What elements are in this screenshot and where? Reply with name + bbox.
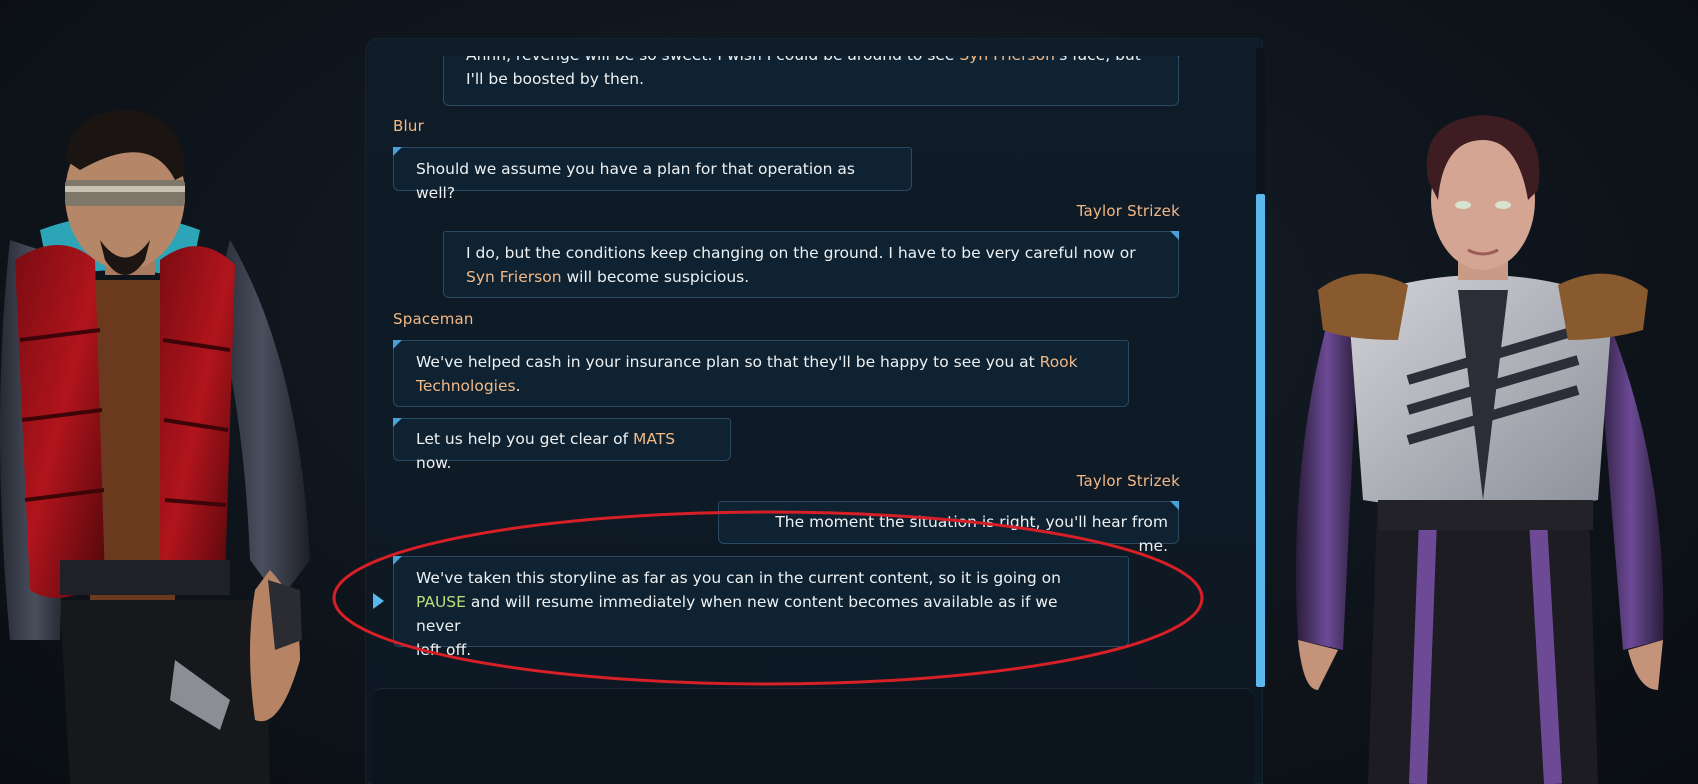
dialog-text: now. — [416, 454, 452, 472]
dialog-keyword-pause: PAUSE — [416, 593, 466, 611]
dialog-text: and will resume immediately when new con… — [416, 593, 1058, 635]
speaker-name: Taylor Strizek — [1076, 472, 1180, 490]
dialog-keyword: Syn Frierson — [466, 268, 562, 286]
dialog-text: We've helped cash in your insurance plan… — [416, 353, 1040, 371]
dialog-bubble-npc: Should we assume you have a plan for tha… — [393, 147, 912, 202]
dialog-bubble-player: I do, but the conditions keep changing o… — [443, 231, 1179, 298]
speaker-name: Blur — [393, 117, 424, 135]
dialog-bubble-npc: Let us help you get clear of MATS now. — [393, 418, 731, 472]
dialog-text: Let us help you get clear of — [416, 430, 633, 448]
play-triangle-icon — [373, 593, 384, 609]
dialog-text: We've taken this storyline as far as you… — [416, 569, 1061, 587]
response-area[interactable] — [372, 688, 1254, 784]
dialog-keyword: MATS — [632, 430, 676, 448]
dialog-keyword: Rook — [1039, 353, 1078, 371]
dialog-text: I do, but the conditions keep changing o… — [466, 244, 1136, 262]
dialog-bubble-npc: We've helped cash in your insurance plan… — [393, 340, 1129, 407]
dialog-text: will become suspicious. — [561, 268, 750, 286]
dialog-keyword: Technologies — [416, 377, 516, 395]
dialog-bubble-player: Ahhh, revenge will be so sweet. I wish I… — [443, 56, 1179, 106]
character-portrait-right — [1296, 115, 1664, 784]
speaker-name: Spaceman — [393, 310, 474, 328]
character-portrait-left — [0, 110, 310, 784]
dialog-text: I'll be boosted by then. — [466, 70, 645, 88]
dialog-bubble-current: We've taken this storyline as far as you… — [393, 556, 1129, 659]
dialog-scrollbar-thumb[interactable] — [1256, 194, 1265, 687]
dialog-text: . — [515, 377, 521, 395]
dialog-text: left off. — [416, 641, 472, 659]
dialog-bubble-player: The moment the situation is right, you'l… — [718, 501, 1179, 555]
speaker-name: Taylor Strizek — [1076, 202, 1180, 220]
